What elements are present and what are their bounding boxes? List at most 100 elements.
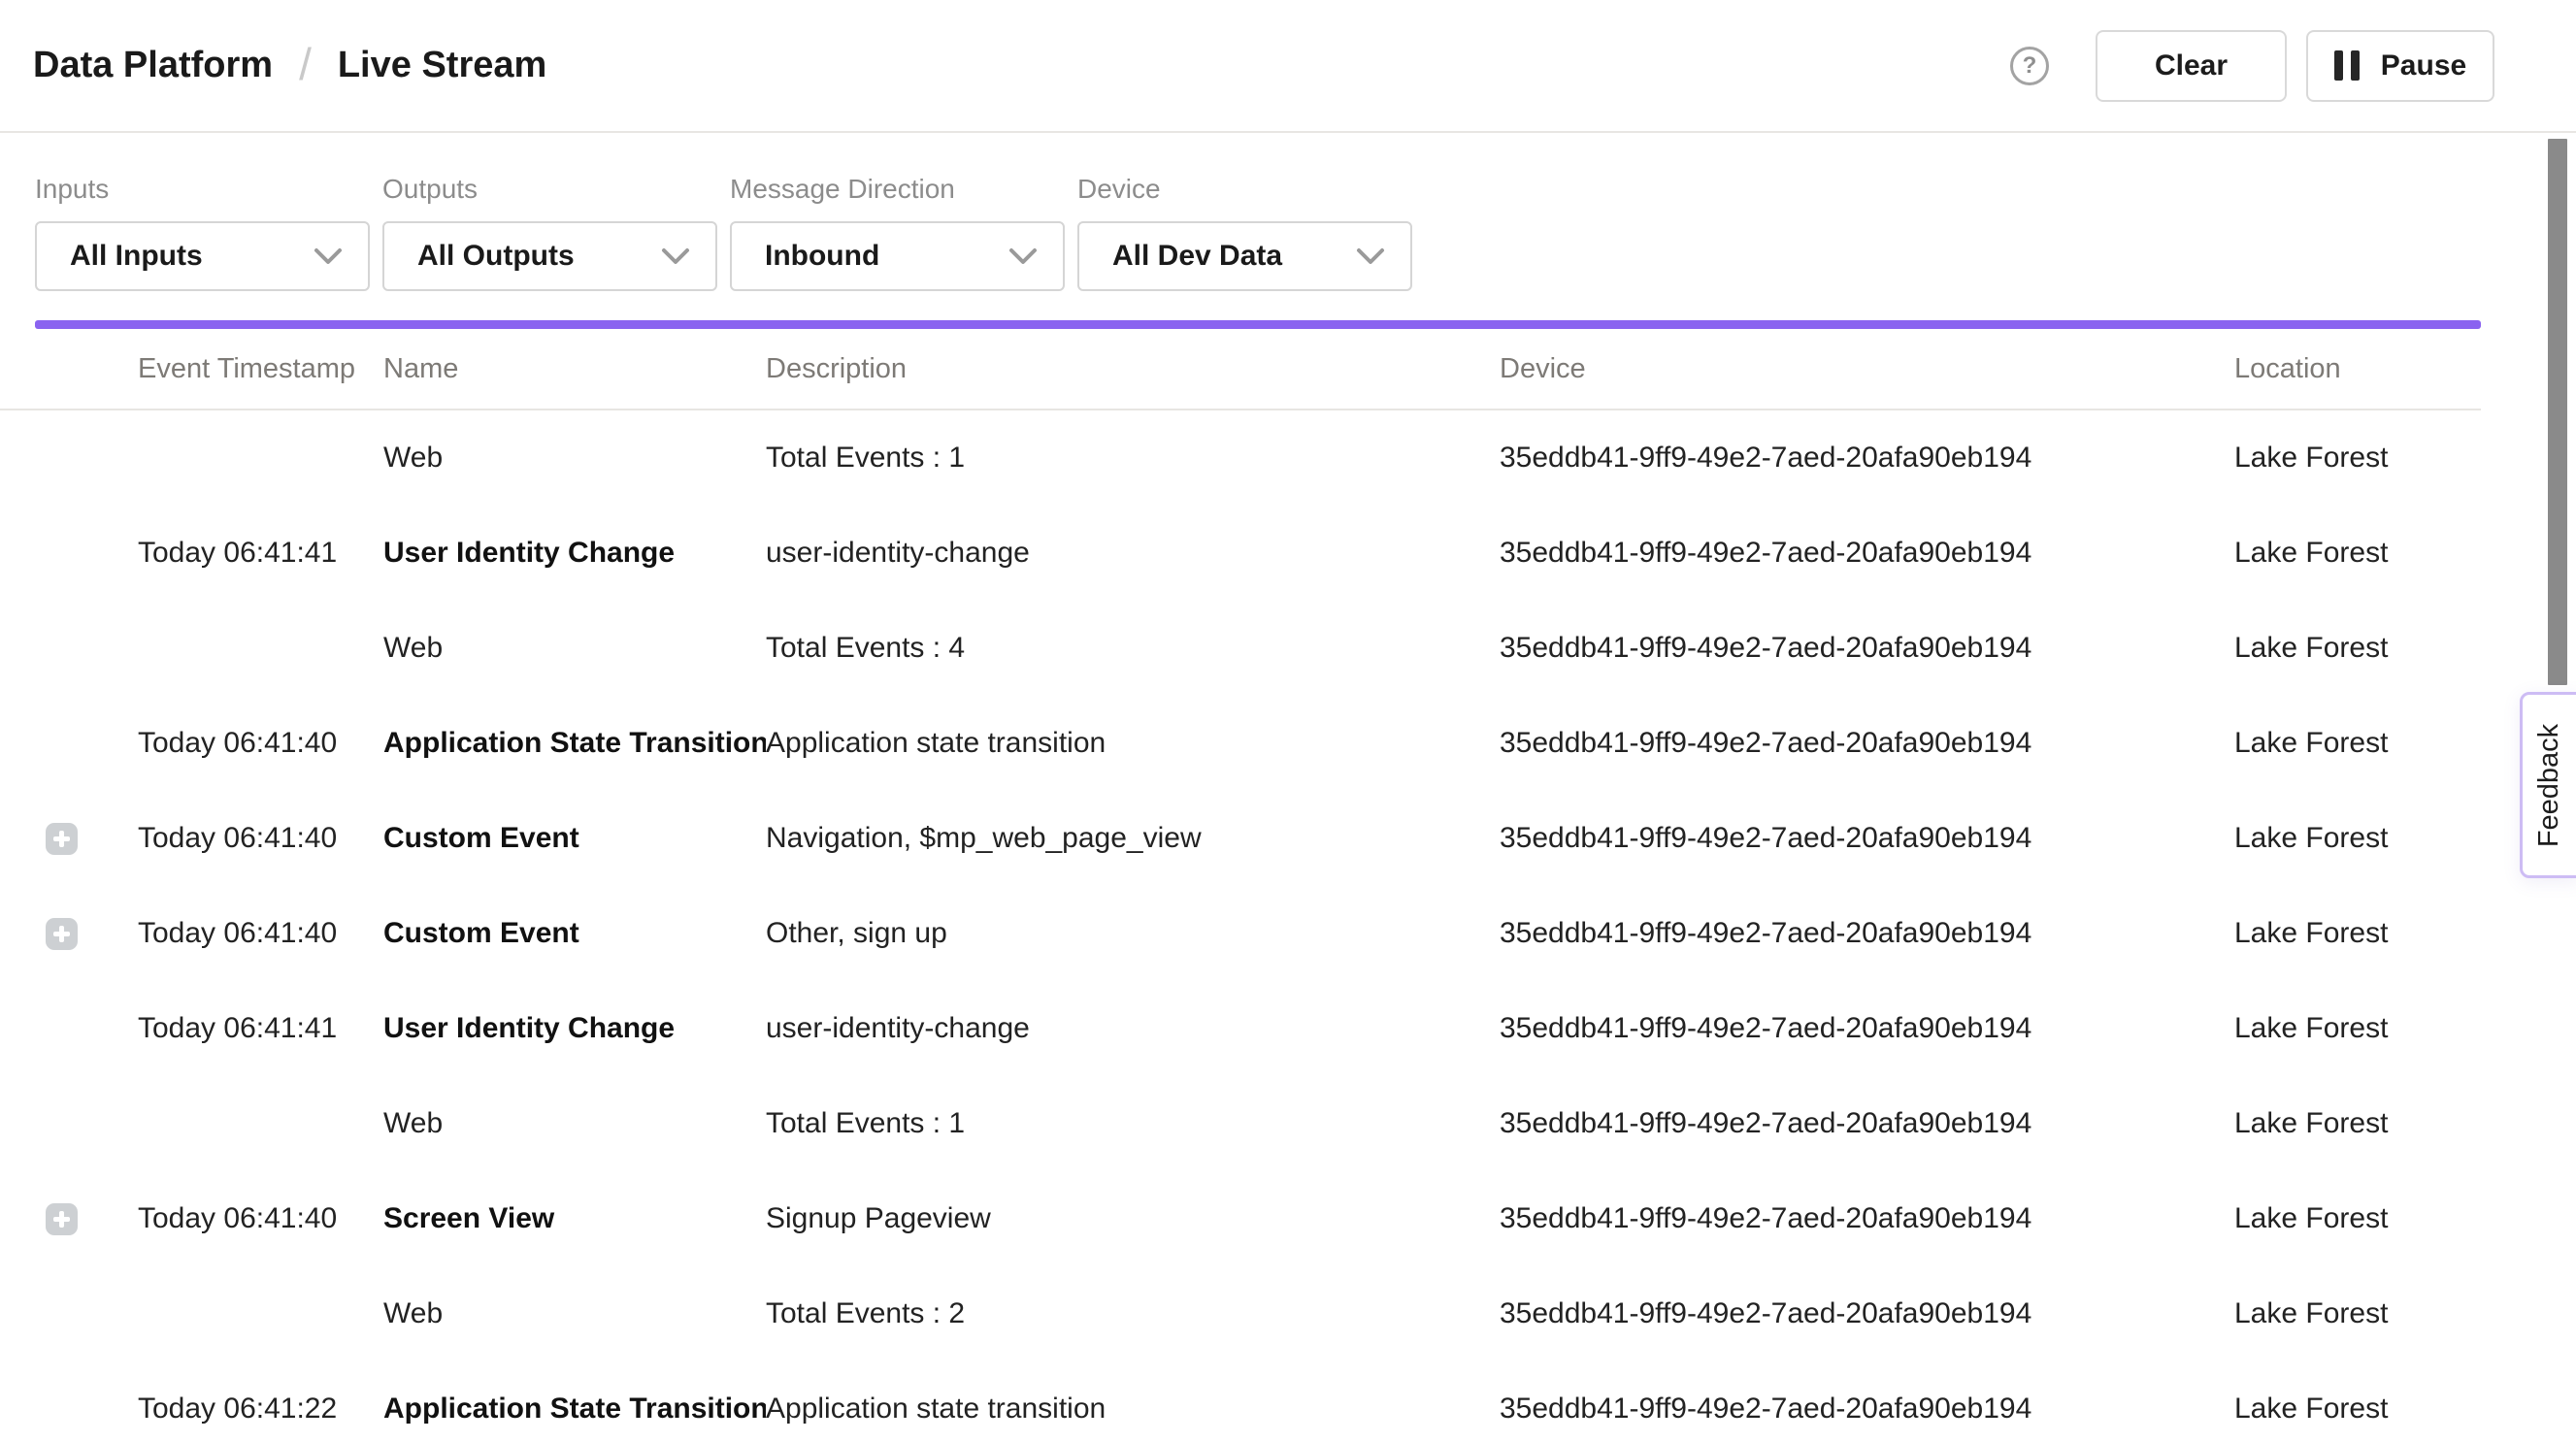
event-location: Lake Forest	[2234, 822, 2481, 855]
table-row: Today 06:41:40 Screen View Signup Pagevi…	[0, 1171, 2481, 1266]
table-row: Web Total Events : 4 35eddb41-9ff9-49e2-…	[0, 601, 2481, 696]
event-description: Navigation, $mp_web_page_view	[766, 822, 1500, 855]
table-row: Web Total Events : 1 35eddb41-9ff9-49e2-…	[0, 1076, 2481, 1171]
device-dropdown[interactable]: All Dev Data	[1077, 221, 1412, 291]
vertical-scrollbar-thumb[interactable]	[2548, 139, 2567, 685]
event-timestamp: Today 06:41:40	[138, 917, 383, 950]
pause-button-label: Pause	[2381, 49, 2466, 82]
table-row: Today 06:41:41 User Identity Change user…	[0, 981, 2481, 1076]
column-header-name: Name	[383, 353, 766, 385]
live-stream-page: Data Platform / Live Stream ? Clear Paus…	[0, 0, 2576, 1442]
event-name: Web	[383, 632, 766, 665]
outputs-label: Outputs	[382, 174, 717, 205]
event-description: Total Events : 2	[766, 1297, 1500, 1330]
chevron-down-icon	[1008, 246, 1038, 266]
event-description: Application state transition	[766, 727, 1500, 760]
breadcrumb-separator-icon: /	[299, 38, 312, 90]
expand-row-icon[interactable]	[46, 823, 78, 855]
outputs-dropdown[interactable]: All Outputs	[382, 221, 717, 291]
event-location: Lake Forest	[2234, 632, 2481, 665]
event-device-id: 35eddb41-9ff9-49e2-7aed-20afa90eb194	[1500, 822, 2234, 855]
device-label: Device	[1077, 174, 1412, 205]
event-timestamp: Today 06:41:40	[138, 1202, 383, 1235]
table-header-row: Event Timestamp Name Description Device …	[0, 329, 2481, 410]
chevron-down-icon	[661, 246, 690, 266]
message-direction-dropdown-value: Inbound	[765, 240, 879, 273]
event-name: Web	[383, 1107, 766, 1140]
feedback-tab-label: Feedback	[2534, 723, 2566, 846]
table-row: Web Total Events : 2 35eddb41-9ff9-49e2-…	[0, 1266, 2481, 1361]
page-header: Data Platform / Live Stream ? Clear Paus…	[0, 0, 2576, 133]
table-row: Today 06:41:22 Application State Transit…	[0, 1361, 2481, 1442]
clear-button[interactable]: Clear	[2096, 30, 2287, 102]
event-name: User Identity Change	[383, 1012, 766, 1045]
filter-message-direction: Message Direction Inbound	[730, 174, 1065, 291]
filter-bar: Inputs All Inputs Outputs All Outputs Me…	[0, 133, 2576, 291]
event-location: Lake Forest	[2234, 1297, 2481, 1330]
table-body: Web Total Events : 1 35eddb41-9ff9-49e2-…	[0, 410, 2481, 1442]
feedback-tab[interactable]: Feedback	[2520, 692, 2576, 878]
help-icon[interactable]: ?	[2010, 47, 2049, 85]
filter-outputs: Outputs All Outputs	[382, 174, 717, 291]
inputs-label: Inputs	[35, 174, 370, 205]
event-timestamp: Today 06:41:22	[138, 1393, 383, 1426]
message-direction-dropdown[interactable]: Inbound	[730, 221, 1065, 291]
event-location: Lake Forest	[2234, 917, 2481, 950]
event-timestamp: Today 06:41:40	[138, 727, 383, 760]
event-timestamp: Today 06:41:41	[138, 537, 383, 570]
event-name: Custom Event	[383, 917, 766, 950]
event-device-id: 35eddb41-9ff9-49e2-7aed-20afa90eb194	[1500, 917, 2234, 950]
table-row: Today 06:41:40 Custom Event Other, sign …	[0, 886, 2481, 981]
event-description: user-identity-change	[766, 1012, 1500, 1045]
event-device-id: 35eddb41-9ff9-49e2-7aed-20afa90eb194	[1500, 442, 2234, 475]
table-row: Today 06:41:40 Custom Event Navigation, …	[0, 791, 2481, 886]
device-dropdown-value: All Dev Data	[1112, 240, 1282, 273]
filter-device: Device All Dev Data	[1077, 174, 1412, 291]
event-description: user-identity-change	[766, 537, 1500, 570]
event-name: Web	[383, 1297, 766, 1330]
filter-inputs: Inputs All Inputs	[35, 174, 370, 291]
event-device-id: 35eddb41-9ff9-49e2-7aed-20afa90eb194	[1500, 1107, 2234, 1140]
column-header-location: Location	[2234, 353, 2481, 385]
event-location: Lake Forest	[2234, 442, 2481, 475]
expand-row-icon[interactable]	[46, 918, 78, 950]
event-description: Total Events : 1	[766, 1107, 1500, 1140]
event-device-id: 35eddb41-9ff9-49e2-7aed-20afa90eb194	[1500, 1393, 2234, 1426]
breadcrumb: Data Platform / Live Stream	[33, 40, 546, 92]
event-description: Application state transition	[766, 1393, 1500, 1426]
message-direction-label: Message Direction	[730, 174, 1065, 205]
pause-icon	[2334, 50, 2360, 81]
expand-row-icon[interactable]	[46, 1203, 78, 1235]
breadcrumb-data-platform[interactable]: Data Platform	[33, 45, 273, 86]
event-timestamp: Today 06:41:41	[138, 1012, 383, 1045]
chevron-down-icon	[1356, 246, 1385, 266]
event-description: Other, sign up	[766, 917, 1500, 950]
accent-divider	[35, 320, 2481, 329]
event-description: Total Events : 4	[766, 632, 1500, 665]
event-location: Lake Forest	[2234, 727, 2481, 760]
inputs-dropdown-value: All Inputs	[70, 240, 203, 273]
table-row: Web Total Events : 1 35eddb41-9ff9-49e2-…	[0, 410, 2481, 506]
event-device-id: 35eddb41-9ff9-49e2-7aed-20afa90eb194	[1500, 1012, 2234, 1045]
pause-button[interactable]: Pause	[2306, 30, 2494, 102]
event-device-id: 35eddb41-9ff9-49e2-7aed-20afa90eb194	[1500, 537, 2234, 570]
event-device-id: 35eddb41-9ff9-49e2-7aed-20afa90eb194	[1500, 727, 2234, 760]
event-name: Application State Transition	[383, 727, 766, 760]
event-location: Lake Forest	[2234, 1202, 2481, 1235]
event-location: Lake Forest	[2234, 1107, 2481, 1140]
event-device-id: 35eddb41-9ff9-49e2-7aed-20afa90eb194	[1500, 632, 2234, 665]
event-name: Application State Transition	[383, 1393, 766, 1426]
event-name: Screen View	[383, 1202, 766, 1235]
event-location: Lake Forest	[2234, 537, 2481, 570]
inputs-dropdown[interactable]: All Inputs	[35, 221, 370, 291]
event-name: Custom Event	[383, 822, 766, 855]
column-header-device: Device	[1500, 353, 2234, 385]
event-location: Lake Forest	[2234, 1393, 2481, 1426]
header-actions: ? Clear Pause	[2010, 30, 2494, 102]
table-row: Today 06:41:40 Application State Transit…	[0, 696, 2481, 791]
event-name: Web	[383, 442, 766, 475]
event-timestamp: Today 06:41:40	[138, 822, 383, 855]
event-description: Total Events : 1	[766, 442, 1500, 475]
event-location: Lake Forest	[2234, 1012, 2481, 1045]
column-header-event-timestamp: Event Timestamp	[138, 353, 383, 385]
